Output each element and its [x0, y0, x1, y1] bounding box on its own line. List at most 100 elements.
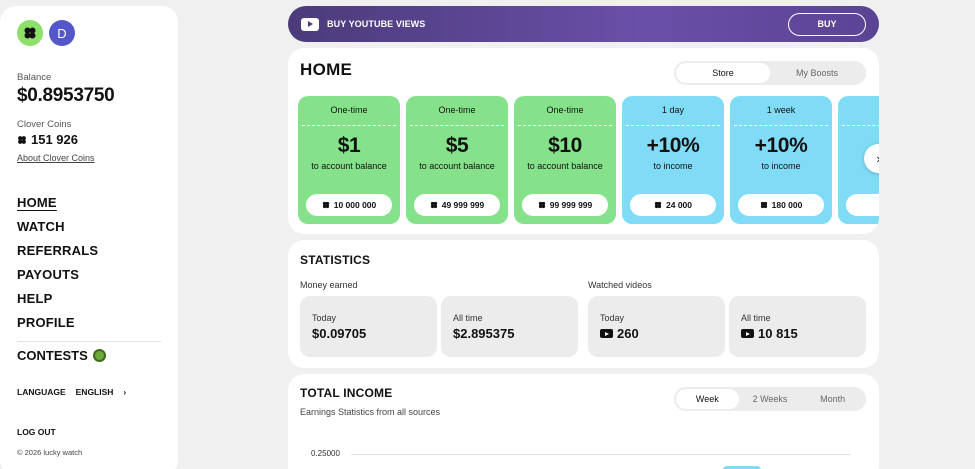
nav-divider — [17, 341, 161, 342]
tile-period: 1 week — [766, 105, 796, 115]
balance-label: Balance — [17, 72, 52, 83]
tile-price-button[interactable]: 10 000 000 — [306, 194, 392, 216]
tile-divider — [734, 125, 828, 126]
store-tile[interactable]: One-time $10 to account balance 99 999 9… — [514, 96, 616, 224]
tile-subtitle: to account balance — [419, 161, 495, 171]
home-tab-switch: Store My Boosts — [674, 61, 866, 85]
store-tile[interactable]: 1 day +10% to income 24 000 — [622, 96, 724, 224]
tile-price-button[interactable]: 49 999 999 — [414, 194, 500, 216]
videos-all-time-box: All time 10 815 — [729, 296, 866, 357]
tile-period: One-time — [438, 105, 476, 115]
stat-label: All time — [741, 313, 771, 323]
nav-help[interactable]: HELP — [17, 287, 161, 311]
tile-period: 1 — [838, 105, 879, 117]
income-period-switch: Week 2 Weeks Month — [674, 387, 866, 411]
tile-price-button[interactable] — [846, 194, 879, 216]
money-today-value: $0.09705 — [312, 326, 425, 341]
nav-payouts[interactable]: PAYOUTS — [17, 263, 161, 287]
coins-value: 151 926 — [31, 132, 78, 147]
main-nav: HOME WATCH REFERRALS PAYOUTS HELP PROFIL… — [17, 191, 161, 335]
chart-gridline — [351, 454, 851, 455]
store-tile[interactable]: 1 week +10% to income 180 000 — [730, 96, 832, 224]
nav-home[interactable]: HOME — [17, 191, 161, 215]
tile-price-button[interactable]: 99 999 999 — [522, 194, 608, 216]
clover-icon — [430, 201, 437, 209]
buy-button[interactable]: BUY — [788, 12, 866, 36]
stat-value: 260 — [617, 326, 639, 341]
clover-icon — [322, 201, 329, 209]
videos-today-box: Today 260 — [588, 296, 725, 357]
tile-divider — [626, 125, 720, 126]
store-tiles: One-time $1 to account balance 10 000 00… — [298, 96, 879, 224]
clover-icon — [760, 201, 767, 209]
tile-period: 1 day — [661, 105, 685, 115]
tab-month[interactable]: Month — [801, 389, 864, 409]
tile-price: 49 999 999 — [441, 200, 485, 210]
clover-icon — [18, 135, 26, 144]
youtube-icon — [741, 329, 754, 338]
coins-label: Clover Coins — [17, 119, 72, 130]
tile-price: 24 000 — [666, 200, 692, 210]
home-card: HOME Store My Boosts One-time $1 to acco… — [288, 48, 879, 234]
clover-icon — [654, 201, 662, 209]
watched-videos-label: Watched videos — [588, 280, 652, 290]
tile-price: 99 999 999 — [549, 200, 593, 210]
stat-label: Today — [312, 313, 337, 323]
tile-price: 10 000 000 — [333, 200, 377, 210]
about-clover-coins-link[interactable]: About Clover Coins — [17, 153, 161, 163]
language-row[interactable]: LANGUAGE ENGLISH › — [17, 387, 161, 397]
language-value[interactable]: ENGLISH — [76, 387, 114, 397]
total-income-card: TOTAL INCOME Earnings Statistics from al… — [288, 374, 879, 469]
tab-store[interactable]: Store — [676, 63, 770, 83]
sidebar: D Balance $0.8953750 Clover Coins 151 92… — [0, 6, 178, 469]
store-tile[interactable]: One-time $5 to account balance 49 999 99… — [406, 96, 508, 224]
money-today-box: Today $0.09705 — [300, 296, 437, 357]
tab-2-weeks[interactable]: 2 Weeks — [739, 389, 802, 409]
money-earned-label: Money earned — [300, 280, 358, 290]
tile-subtitle: to account balance — [527, 161, 603, 171]
nav-referrals[interactable]: REFERRALS — [17, 239, 161, 263]
stat-label: Today — [600, 313, 625, 323]
total-income-subtitle: Earnings Statistics from all sources — [300, 407, 441, 417]
buy-views-banner: BUY YOUTUBE VIEWS BUY — [288, 6, 879, 42]
copyright: © 2026 lucky watch — [17, 448, 83, 457]
balance-value: $0.8953750 — [17, 85, 115, 106]
banner-text: BUY YOUTUBE VIEWS — [327, 19, 426, 29]
nav-watch[interactable]: WATCH — [17, 215, 161, 239]
tile-amount: +10% — [646, 134, 700, 157]
nav-contests[interactable]: CONTESTS — [17, 348, 161, 363]
tile-period: One-time — [330, 105, 368, 115]
tile-price-button[interactable]: 24 000 — [630, 194, 716, 216]
tile-divider — [410, 125, 504, 126]
store-tile[interactable]: One-time $1 to account balance 10 000 00… — [298, 96, 400, 224]
nav-profile[interactable]: PROFILE — [17, 311, 161, 335]
money-all-time-value: $2.895375 — [453, 326, 566, 341]
page-title: HOME — [300, 60, 353, 79]
stat-value: 10 815 — [758, 326, 798, 341]
youtube-icon — [600, 329, 613, 338]
videos-today-value: 260 — [600, 326, 713, 341]
chevron-right-icon: › — [123, 387, 127, 397]
tile-subtitle: to account balance — [311, 161, 387, 171]
tile-price-button[interactable]: 180 000 — [738, 194, 824, 216]
tile-divider — [842, 125, 879, 126]
avatar[interactable]: D — [49, 20, 75, 46]
videos-all-time-value: 10 815 — [741, 326, 854, 341]
tile-period: One-time — [546, 105, 584, 115]
logout-button[interactable]: LOG OUT — [17, 427, 161, 437]
tile-divider — [302, 125, 396, 126]
stat-label: All time — [453, 313, 483, 323]
coins-row: 151 926 — [17, 132, 161, 147]
sidebar-top-icons: D — [17, 20, 161, 46]
total-income-title: TOTAL INCOME — [300, 386, 393, 400]
contests-label: CONTESTS — [17, 348, 88, 363]
chevron-right-icon: › — [876, 151, 879, 166]
tile-subtitle: to income — [761, 161, 801, 171]
tab-my-boosts[interactable]: My Boosts — [770, 63, 864, 83]
tile-amount: $1 — [337, 134, 361, 157]
tab-week[interactable]: Week — [676, 389, 739, 409]
youtube-icon — [301, 17, 319, 31]
clover-logo-icon[interactable] — [17, 20, 43, 46]
statistics-card: STATISTICS Money earned Watched videos T… — [288, 240, 879, 368]
clover-icon — [538, 201, 545, 209]
